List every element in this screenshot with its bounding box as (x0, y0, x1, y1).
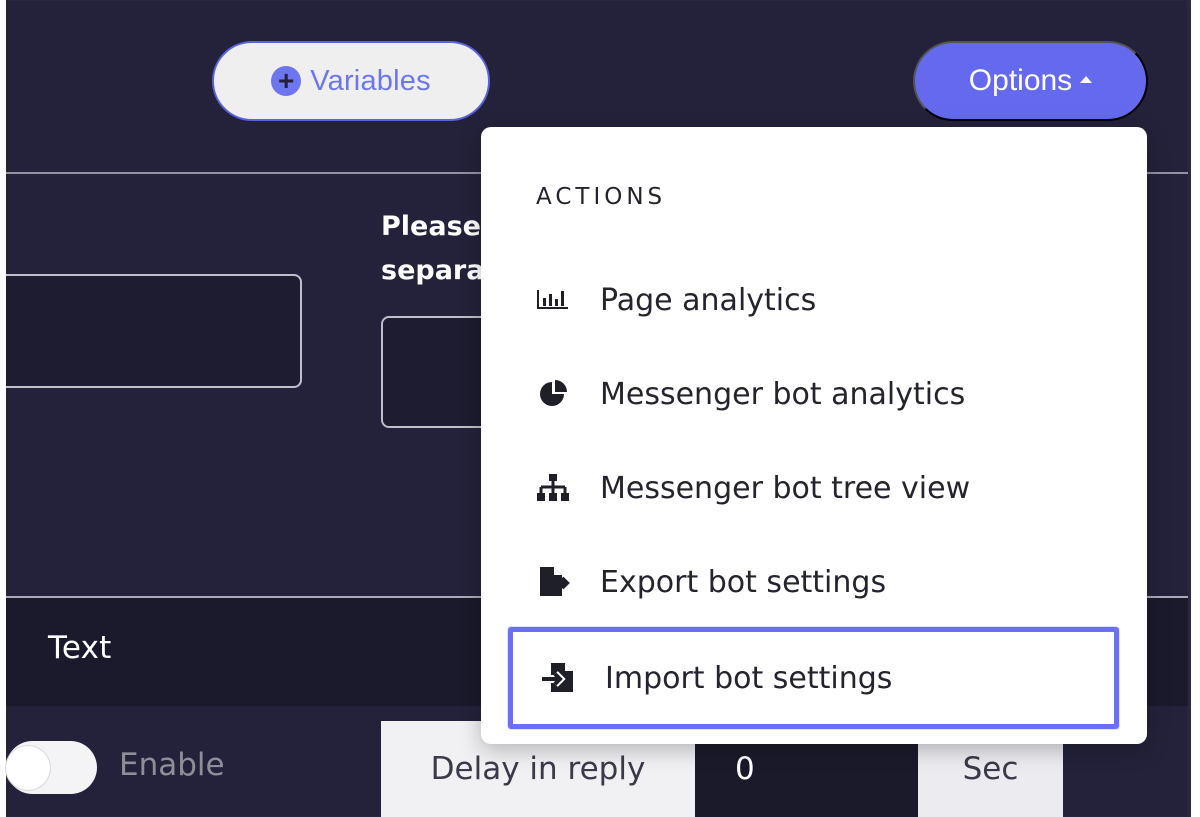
variables-button[interactable]: + Variables (212, 41, 490, 121)
enable-label: Enable (119, 747, 225, 783)
options-button[interactable]: Options (913, 41, 1148, 121)
menu-item-export-bot-settings[interactable]: Export bot settings (511, 541, 1111, 623)
menu-item-label: Import bot settings (605, 660, 893, 696)
bar-chart-icon (535, 282, 571, 318)
window-edge (1188, 0, 1200, 817)
caret-up-icon (1080, 75, 1093, 83)
app-screen: + Variables Options Please separa Text E… (0, 0, 1200, 817)
menu-item-label: Export bot settings (600, 564, 887, 600)
sitemap-icon (535, 470, 571, 506)
menu-item-page-analytics[interactable]: Page analytics (511, 259, 1111, 341)
menu-item-import-bot-settings[interactable]: Import bot settings (508, 627, 1119, 729)
menu-item-label: Messenger bot tree view (600, 470, 971, 506)
options-button-label: Options (968, 64, 1073, 97)
field-label: Please separa (381, 205, 481, 293)
pie-chart-icon (535, 376, 571, 412)
text-row-label: Text (48, 630, 112, 666)
menu-item-messenger-bot-tree-view[interactable]: Messenger bot tree view (511, 447, 1111, 529)
enable-toggle[interactable] (6, 741, 97, 794)
menu-item-label: Messenger bot analytics (600, 376, 966, 412)
section-divider-right (1146, 172, 1188, 174)
options-dropdown-menu: ACTIONS Page analytics Messenger bot ana… (481, 127, 1147, 744)
actions-heading: ACTIONS (536, 184, 667, 210)
import-file-icon (540, 660, 576, 696)
menu-item-messenger-bot-analytics[interactable]: Messenger bot analytics (511, 353, 1111, 435)
menu-item-label: Page analytics (600, 282, 817, 318)
plus-circle-icon: + (271, 66, 302, 96)
variables-button-label: Variables (310, 64, 431, 97)
please-label-text: Please separa (381, 211, 481, 286)
left-text-input[interactable] (6, 274, 302, 388)
toggle-knob (6, 746, 50, 790)
section-divider (6, 172, 482, 174)
export-file-icon (535, 564, 571, 600)
